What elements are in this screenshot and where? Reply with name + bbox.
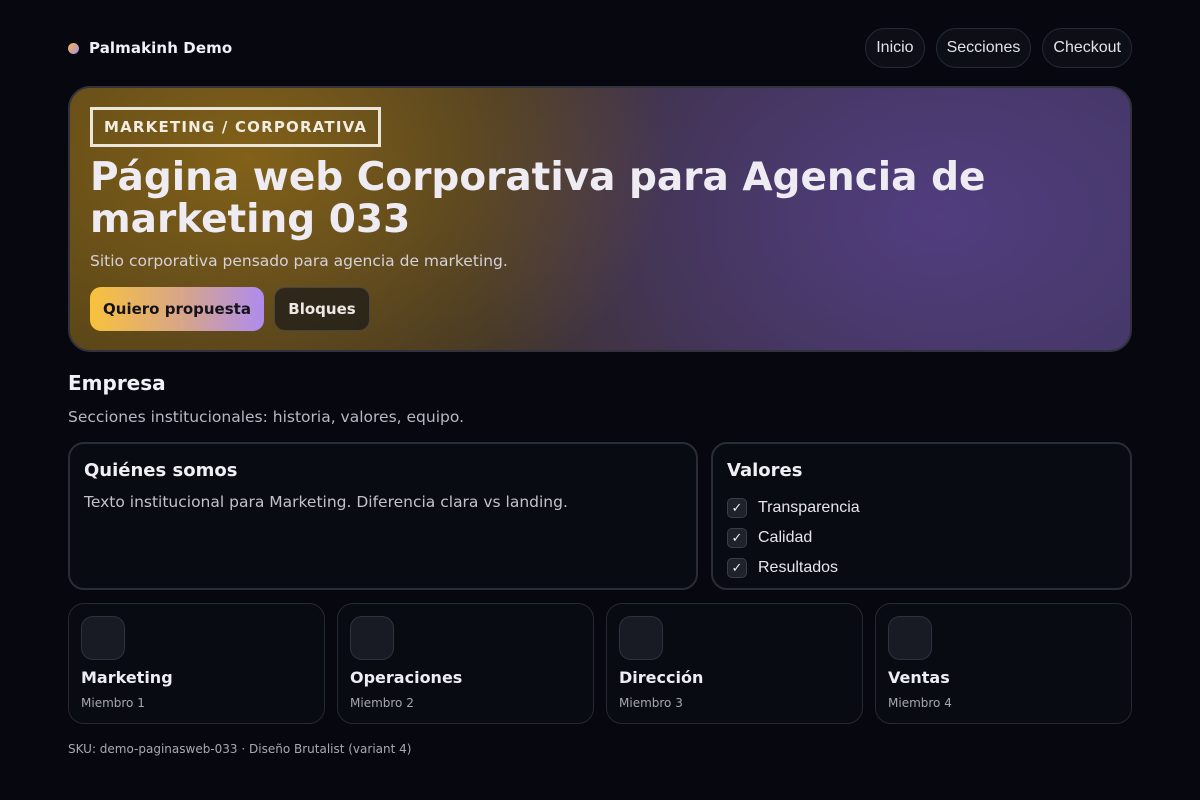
- avatar: [81, 616, 125, 660]
- avatar: [888, 616, 932, 660]
- page: Palmakinh Demo Inicio Secciones Checkout…: [0, 0, 1200, 800]
- team-card-marketing: Marketing Miembro 1: [68, 603, 325, 724]
- team-member-role: Miembro 4: [888, 696, 952, 710]
- team-member-name: Ventas: [888, 668, 950, 687]
- value-label: Calidad: [758, 529, 813, 546]
- hero-title: Página web Corporativa para Agencia de m…: [90, 155, 986, 242]
- nav-link-secciones[interactable]: Secciones: [935, 28, 1032, 68]
- check-icon: ✓: [727, 528, 747, 548]
- values-title: Valores: [727, 460, 803, 481]
- avatar: [350, 616, 394, 660]
- value-label: Resultados: [758, 559, 839, 576]
- team-card-ventas: Ventas Miembro 4: [875, 603, 1132, 724]
- team-member-name: Operaciones: [350, 668, 463, 687]
- values-card: Valores ✓ Transparencia ✓ Calidad ✓ Resu…: [711, 442, 1132, 590]
- footer-sku: SKU: demo-paginasweb-033 · Diseño Brutal…: [68, 742, 412, 756]
- brand-name: Palmakinh Demo: [89, 39, 233, 57]
- nav-link-checkout[interactable]: Checkout: [1042, 28, 1132, 68]
- list-item: ✓ Transparencia: [727, 493, 860, 523]
- site-header: Palmakinh Demo Inicio Secciones Checkout: [68, 28, 1132, 68]
- team-member-role: Miembro 1: [81, 696, 145, 710]
- value-label: Transparencia: [758, 499, 860, 516]
- team-member-role: Miembro 3: [619, 696, 683, 710]
- team-member-name: Dirección: [619, 668, 704, 687]
- hero-subtitle: Sitio corporativa pensado para agencia d…: [90, 252, 508, 270]
- about-title: Quiénes somos: [84, 460, 238, 481]
- brand-logo-dot-icon: [68, 42, 79, 54]
- section-title: Empresa: [68, 371, 166, 395]
- brand[interactable]: Palmakinh Demo: [68, 39, 232, 57]
- about-text: Texto institucional para Marketing. Dife…: [84, 493, 568, 511]
- blocks-button[interactable]: Bloques: [274, 287, 370, 331]
- hero-category-tag: MARKETING / CORPORATIVA: [90, 107, 382, 147]
- list-item: ✓ Resultados: [727, 553, 860, 583]
- hero-banner: MARKETING / CORPORATIVA Página web Corpo…: [68, 86, 1132, 352]
- team-member-name: Marketing: [81, 668, 173, 687]
- request-proposal-button[interactable]: Quiero propuesta: [90, 287, 264, 331]
- check-icon: ✓: [727, 558, 747, 578]
- team-card-direccion: Dirección Miembro 3: [606, 603, 863, 724]
- check-icon: ✓: [727, 498, 747, 518]
- list-item: ✓ Calidad: [727, 523, 860, 553]
- about-card: Quiénes somos Texto institucional para M…: [68, 442, 698, 590]
- values-list: ✓ Transparencia ✓ Calidad ✓ Resultados: [727, 493, 860, 583]
- nav-link-inicio[interactable]: Inicio: [865, 28, 925, 68]
- section-subtitle: Secciones institucionales: historia, val…: [68, 408, 464, 426]
- team-card-operaciones: Operaciones Miembro 2: [337, 603, 594, 724]
- team-member-role: Miembro 2: [350, 696, 414, 710]
- main-nav: Inicio Secciones Checkout: [865, 28, 1132, 68]
- avatar: [619, 616, 663, 660]
